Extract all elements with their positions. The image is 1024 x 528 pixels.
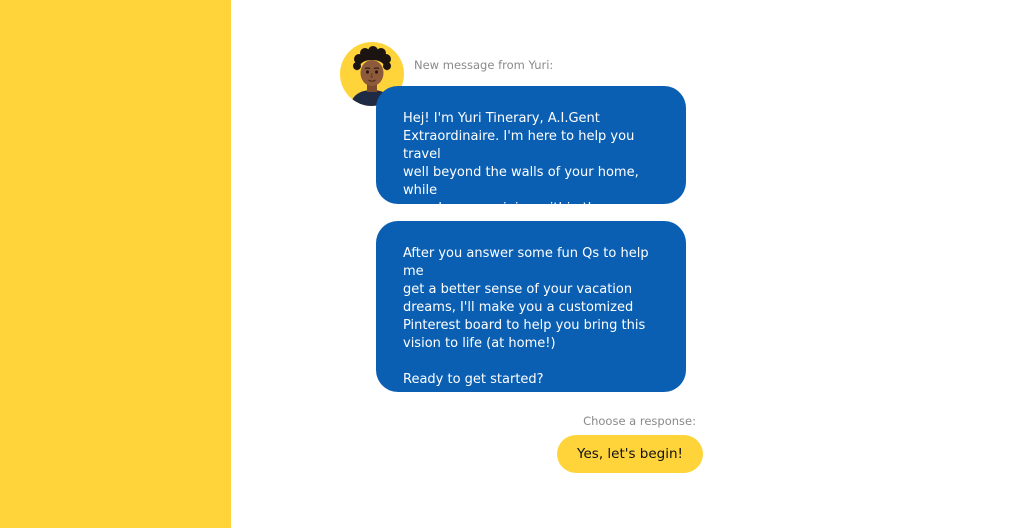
message-line: vision to life (at home!) [403, 336, 556, 351]
message-bubble-explainer: After you answer some fun Qs to help me … [376, 221, 686, 392]
decorative-side-band [0, 0, 231, 528]
message-line: get a better sense of your vacation [403, 282, 633, 297]
message-closing-line: Ready to get started? [403, 372, 544, 387]
message-line: After you answer some fun Qs to help me [403, 246, 649, 279]
message-bubble-intro: Hej! I'm Yuri Tinerary, A.I.Gent Extraor… [376, 86, 686, 216]
chat-screen: New message from Yuri: Hej! I'm Yuri Tin… [0, 0, 1024, 528]
message-line: Extraordinaire. I'm here to help you tra… [403, 129, 635, 162]
message-line: Hej! I'm Yuri Tinerary, A.I.Gent [403, 111, 600, 126]
message-line: dreams, I'll make you a customized [403, 300, 634, 315]
sender-caption: New message from Yuri: [414, 58, 554, 72]
message-line: somehow remaining within them. [403, 201, 621, 216]
message-line: well beyond the walls of your home, whil… [403, 165, 639, 198]
message-line: Pinterest board to help you bring this [403, 318, 646, 333]
response-option-button[interactable]: Yes, let's begin! [557, 435, 703, 473]
response-prompt: Choose a response: [583, 414, 696, 428]
